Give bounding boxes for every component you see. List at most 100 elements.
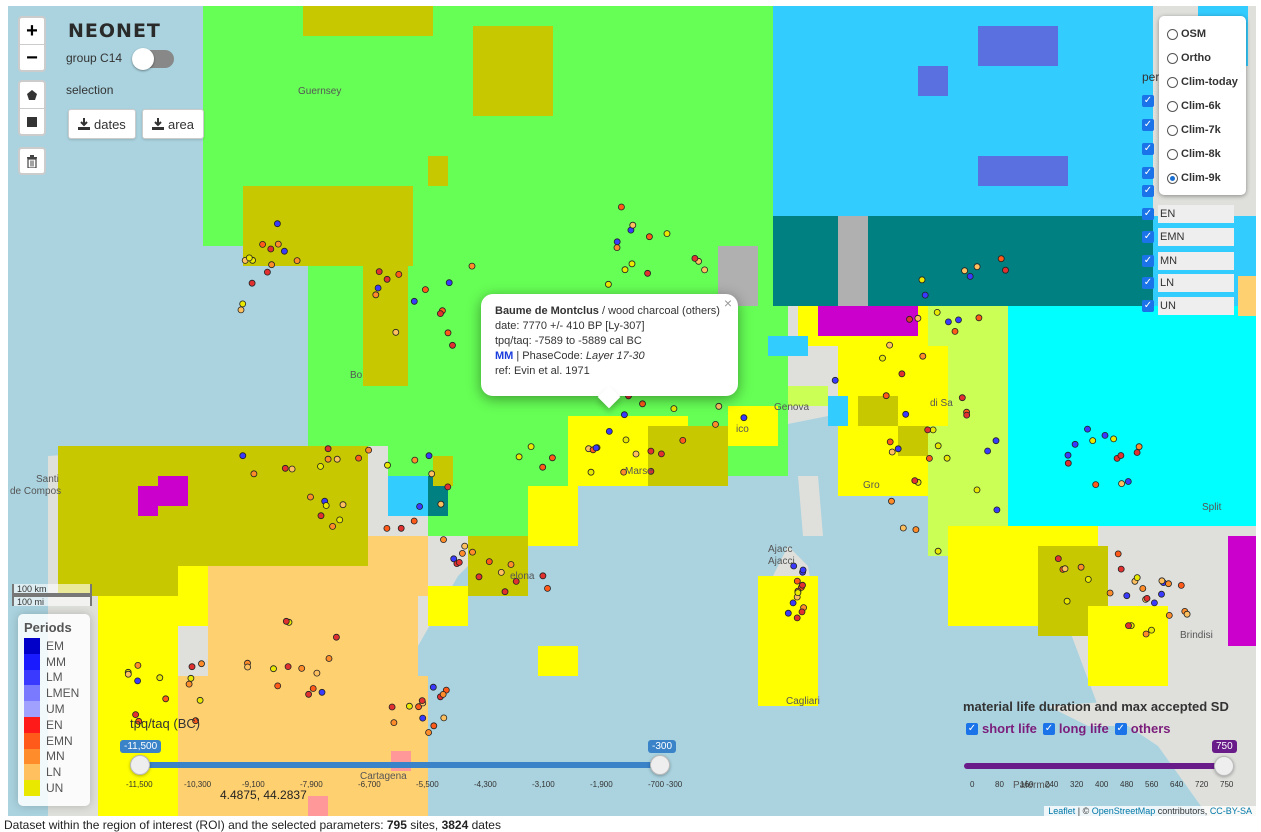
site-marker[interactable] xyxy=(1158,590,1165,598)
site-marker[interactable] xyxy=(1118,480,1125,488)
site-marker[interactable] xyxy=(1125,622,1132,629)
checkbox[interactable] xyxy=(1142,300,1154,312)
site-marker[interactable] xyxy=(1183,610,1191,618)
site-marker[interactable] xyxy=(712,420,719,428)
site-marker[interactable] xyxy=(437,500,445,508)
site-marker[interactable] xyxy=(445,279,453,287)
site-marker[interactable] xyxy=(621,411,628,419)
site-marker[interactable] xyxy=(1139,585,1147,592)
site-marker[interactable] xyxy=(418,697,426,704)
site-marker[interactable] xyxy=(1143,595,1151,602)
site-marker[interactable] xyxy=(621,266,629,274)
site-marker[interactable] xyxy=(270,665,277,673)
site-marker[interactable] xyxy=(124,670,132,678)
site-marker[interactable] xyxy=(324,445,332,453)
site-marker[interactable] xyxy=(198,660,205,668)
site-marker[interactable] xyxy=(799,566,807,574)
site-marker[interactable] xyxy=(1064,459,1072,467)
site-marker[interactable] xyxy=(658,450,665,458)
layer-option-ortho[interactable]: Ortho xyxy=(1167,46,1238,70)
checkbox[interactable] xyxy=(1142,119,1154,131)
site-marker[interactable] xyxy=(1106,589,1114,597)
zoom-in-button[interactable]: + xyxy=(20,18,44,44)
download-area-button[interactable]: area xyxy=(142,109,205,139)
site-marker[interactable] xyxy=(1177,582,1185,589)
site-marker[interactable] xyxy=(419,714,427,722)
site-marker[interactable] xyxy=(784,609,792,617)
site-marker[interactable] xyxy=(1158,577,1166,585)
site-marker[interactable] xyxy=(134,662,142,669)
site-marker[interactable] xyxy=(405,702,413,710)
site-marker[interactable] xyxy=(793,614,801,622)
radio[interactable] xyxy=(1167,52,1178,64)
site-marker[interactable] xyxy=(1148,626,1155,634)
mld-handle[interactable] xyxy=(1214,756,1234,776)
layer-option-clim-today[interactable]: Clim-today xyxy=(1167,70,1238,94)
checkbox[interactable] xyxy=(1142,277,1154,289)
checkbox[interactable] xyxy=(1142,167,1154,179)
site-marker[interactable] xyxy=(392,328,400,336)
delete-button[interactable] xyxy=(18,147,46,175)
site-marker[interactable] xyxy=(288,465,296,473)
site-marker[interactable] xyxy=(458,550,466,557)
site-marker[interactable] xyxy=(1064,451,1072,459)
site-marker[interactable] xyxy=(322,502,330,509)
site-marker[interactable] xyxy=(449,341,456,349)
site-marker[interactable] xyxy=(544,585,551,592)
checkbox[interactable] xyxy=(1114,722,1127,735)
period-filter-row-mn[interactable]: MN xyxy=(1142,252,1234,270)
site-marker[interactable] xyxy=(628,260,636,268)
site-marker[interactable] xyxy=(250,470,258,478)
site-marker[interactable] xyxy=(507,561,515,568)
site-marker[interactable] xyxy=(317,462,324,470)
site-marker[interactable] xyxy=(1054,555,1062,562)
site-marker[interactable] xyxy=(1135,443,1143,451)
site-marker[interactable] xyxy=(605,427,613,435)
site-marker[interactable] xyxy=(789,599,797,607)
site-marker[interactable] xyxy=(701,266,708,274)
site-marker[interactable] xyxy=(156,674,164,682)
site-marker[interactable] xyxy=(886,341,893,349)
site-marker[interactable] xyxy=(899,524,907,532)
site-marker[interactable] xyxy=(237,306,245,314)
site-marker[interactable] xyxy=(955,316,962,324)
long-life-filter[interactable]: long life xyxy=(1042,721,1109,736)
site-marker[interactable] xyxy=(914,314,922,322)
site-marker[interactable] xyxy=(539,572,547,580)
site-marker[interactable] xyxy=(679,436,687,444)
site-marker[interactable] xyxy=(934,547,942,555)
site-marker[interactable] xyxy=(461,542,469,550)
site-marker[interactable] xyxy=(162,695,170,703)
site-marker[interactable] xyxy=(1117,452,1125,459)
site-marker[interactable] xyxy=(663,230,671,238)
radio[interactable] xyxy=(1167,124,1178,136)
site-marker[interactable] xyxy=(1123,592,1131,600)
site-marker[interactable] xyxy=(355,454,363,462)
site-marker[interactable] xyxy=(997,255,1005,263)
site-marker[interactable] xyxy=(372,291,380,299)
map[interactable]: Guernsey Bo Santi de Compos Marse Genova… xyxy=(8,6,1256,816)
site-marker[interactable] xyxy=(416,503,424,510)
site-marker[interactable] xyxy=(961,267,968,275)
site-marker[interactable] xyxy=(440,536,447,543)
site-marker[interactable] xyxy=(1092,481,1100,489)
site-marker[interactable] xyxy=(934,442,942,450)
period-filter-row-emn[interactable]: EMN xyxy=(1142,228,1234,246)
site-marker[interactable] xyxy=(455,559,463,566)
site-marker[interactable] xyxy=(1089,437,1097,445)
site-marker[interactable] xyxy=(318,688,326,696)
site-marker[interactable] xyxy=(313,669,321,677)
tpq-slider-track[interactable] xyxy=(140,762,660,768)
site-marker[interactable] xyxy=(395,270,403,278)
site-marker[interactable] xyxy=(397,524,405,532)
site-marker[interactable] xyxy=(187,674,195,682)
site-marker[interactable] xyxy=(410,297,418,305)
site-marker[interactable] xyxy=(926,454,933,462)
site-marker[interactable] xyxy=(539,463,547,471)
site-marker[interactable] xyxy=(879,354,886,362)
site-marker[interactable] xyxy=(244,663,252,671)
site-marker[interactable] xyxy=(1077,563,1085,571)
site-marker[interactable] xyxy=(966,272,974,280)
site-marker[interactable] xyxy=(273,220,281,228)
site-marker[interactable] xyxy=(691,254,699,262)
